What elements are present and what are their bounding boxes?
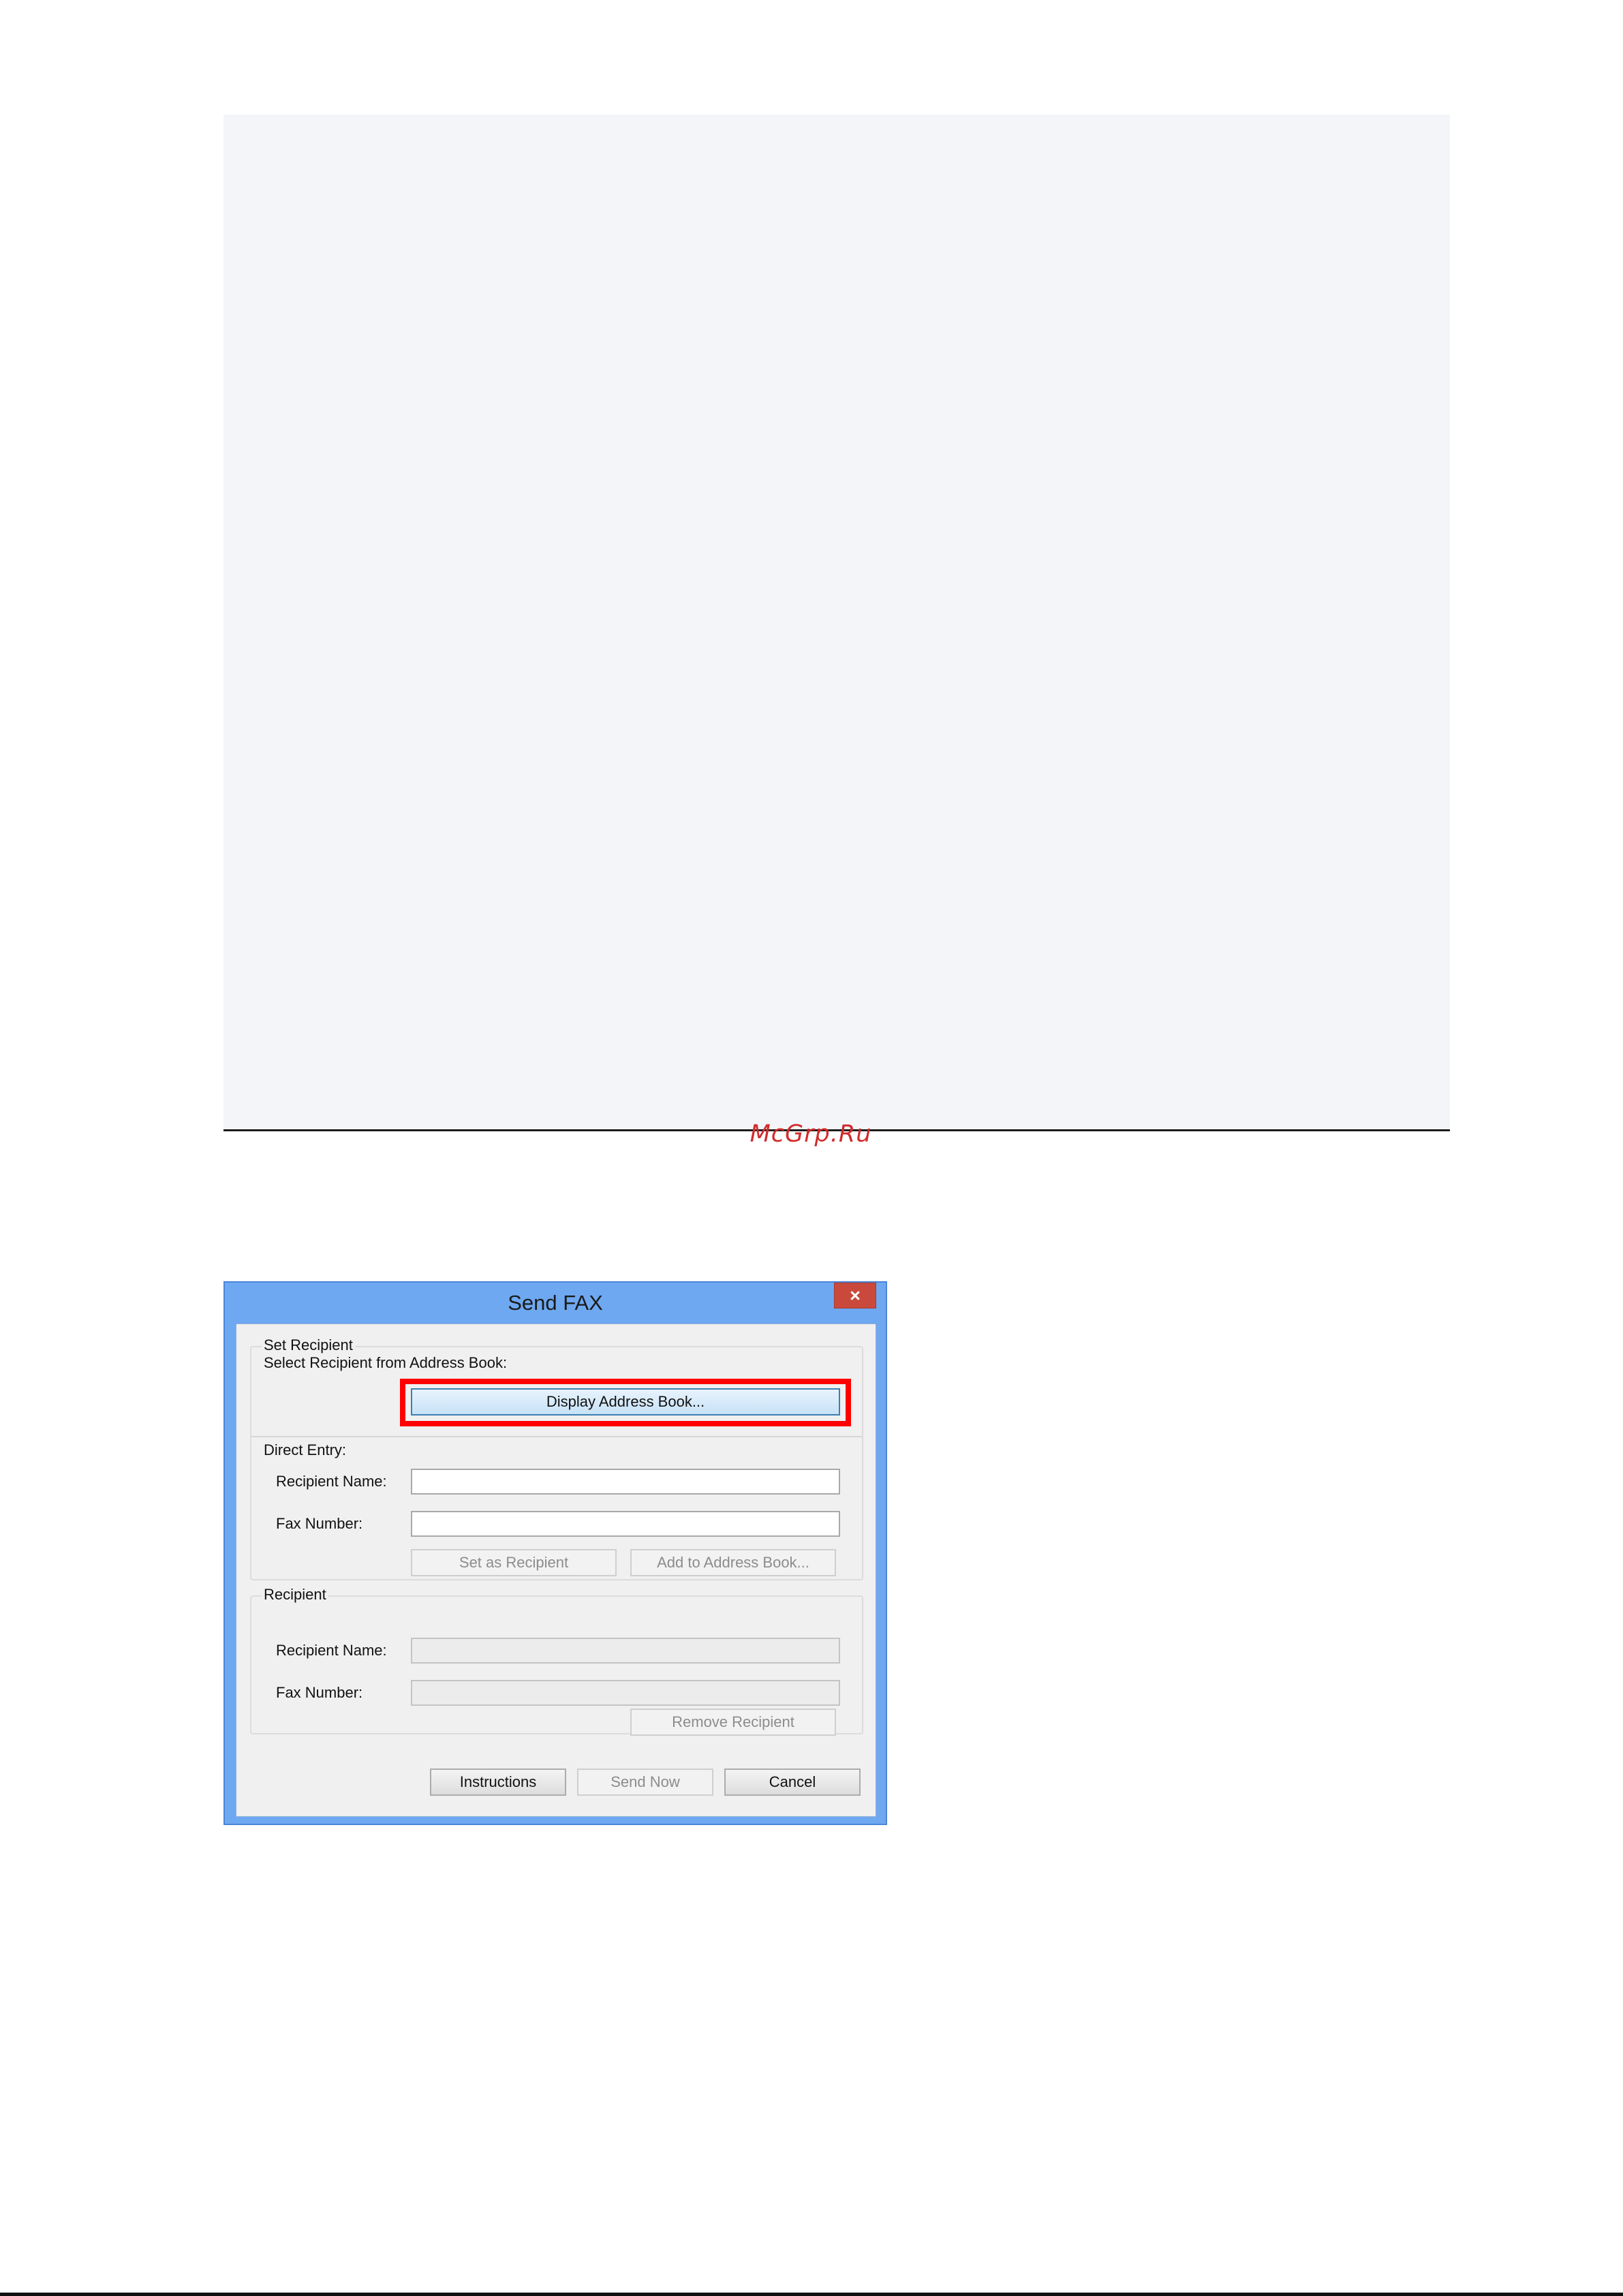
- content-panel: [223, 114, 1450, 1129]
- highlight-box: [400, 1379, 851, 1426]
- address-book-label: Select Recipient from Address Book:: [264, 1354, 508, 1371]
- recipient-name-field-readonly: [411, 1638, 840, 1664]
- recipient-name-input[interactable]: [411, 1469, 840, 1495]
- fax-number-field-readonly: [411, 1680, 840, 1706]
- title-bar[interactable]: Send FAX ×: [225, 1283, 886, 1323]
- send-now-button[interactable]: Send Now: [577, 1769, 713, 1796]
- fax-number-label: Fax Number:: [276, 1515, 363, 1532]
- close-icon: ×: [850, 1285, 861, 1306]
- cancel-button[interactable]: Cancel: [724, 1769, 861, 1796]
- close-button[interactable]: ×: [834, 1283, 876, 1308]
- recipient-name-label: Recipient Name:: [276, 1473, 387, 1490]
- set-as-recipient-button[interactable]: Set as Recipient: [411, 1549, 617, 1576]
- watermark: McGrp.Ru: [749, 1120, 872, 1148]
- separator: [251, 1436, 862, 1437]
- send-fax-dialog: Send FAX × Set Recipient Select Recipien…: [223, 1281, 887, 1825]
- instructions-button[interactable]: Instructions: [430, 1769, 566, 1796]
- dialog-title: Send FAX: [508, 1291, 603, 1315]
- dialog-body: Set Recipient Select Recipient from Addr…: [236, 1323, 876, 1817]
- add-to-address-book-button[interactable]: Add to Address Book...: [630, 1549, 836, 1576]
- footer-divider: [0, 2293, 1623, 2296]
- recipient-name-label-readonly: Recipient Name:: [276, 1642, 387, 1659]
- direct-entry-label: Direct Entry:: [264, 1441, 347, 1458]
- fax-number-label-readonly: Fax Number:: [276, 1684, 363, 1701]
- fax-number-input[interactable]: [411, 1511, 840, 1537]
- recipient-group-label: Recipient: [262, 1586, 328, 1604]
- set-recipient-group-label: Set Recipient: [262, 1336, 355, 1354]
- remove-recipient-button[interactable]: Remove Recipient: [630, 1709, 836, 1736]
